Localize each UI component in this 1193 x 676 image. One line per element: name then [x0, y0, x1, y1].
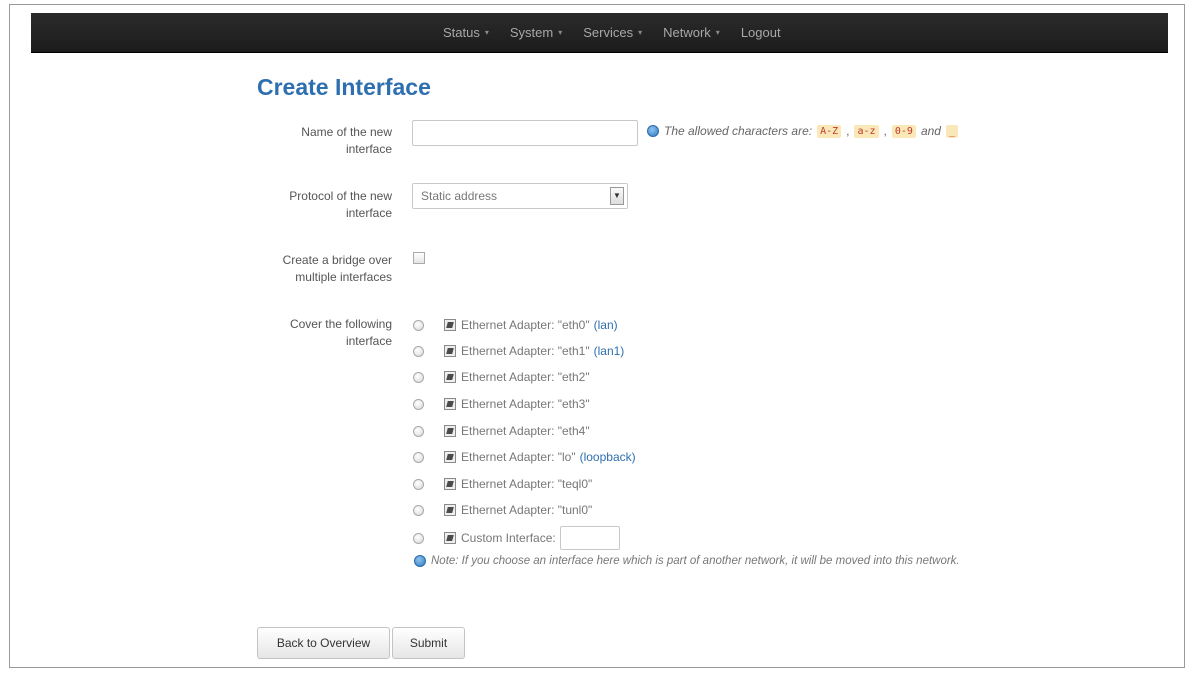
- code-digits: 0-9: [891, 124, 916, 138]
- back-to-overview-button[interactable]: Back to Overview: [257, 627, 390, 659]
- network-link[interactable]: (lan1): [594, 344, 625, 358]
- nav-logout[interactable]: Logout: [741, 25, 781, 40]
- interface-name-input[interactable]: [412, 120, 638, 146]
- code-uppercase: A-Z: [817, 124, 842, 138]
- cover-label: Cover the following interface: [289, 317, 392, 348]
- network-link[interactable]: (lan): [594, 318, 618, 332]
- custom-interface-input[interactable]: [559, 526, 620, 550]
- hint-text: The allowed characters are:: [664, 124, 813, 138]
- interface-label: Ethernet Adapter: "eth1": [461, 344, 590, 358]
- nav-services[interactable]: Services ▾: [583, 25, 642, 40]
- protocol-select[interactable]: Static address ▼: [412, 183, 628, 209]
- interface-option-lo[interactable]: Ethernet Adapter: "lo" (loopback): [413, 448, 636, 466]
- chevron-down-icon: ▾: [558, 28, 563, 37]
- protocol-selected-value: Static address: [421, 189, 498, 203]
- interface-option-eth0[interactable]: Ethernet Adapter: "eth0" (lan): [413, 316, 618, 334]
- bridge-label: Create a bridge over multiple interfaces: [282, 253, 392, 284]
- network-link[interactable]: (loopback): [580, 450, 636, 464]
- interface-label: Ethernet Adapter: "eth4": [461, 424, 590, 438]
- interface-option-teql0[interactable]: Ethernet Adapter: "teql0": [413, 475, 592, 493]
- interface-option-eth3[interactable]: Ethernet Adapter: "eth3": [413, 395, 590, 413]
- radio-button[interactable]: [413, 532, 424, 544]
- submit-button[interactable]: Submit: [392, 627, 465, 659]
- ethernet-icon: [444, 345, 456, 357]
- info-icon: [414, 555, 426, 567]
- chevron-down-icon: ▾: [638, 28, 643, 37]
- interface-label: Ethernet Adapter: "eth2": [461, 370, 590, 384]
- ethernet-icon: [444, 425, 456, 437]
- ethernet-icon: [444, 319, 456, 331]
- radio-button[interactable]: [413, 504, 424, 516]
- ethernet-icon: [444, 398, 456, 410]
- ethernet-icon: [444, 371, 456, 383]
- ethernet-icon: [444, 504, 456, 516]
- info-icon: [647, 125, 659, 137]
- radio-button[interactable]: [413, 345, 424, 357]
- interface-option-eth2[interactable]: Ethernet Adapter: "eth2": [413, 368, 590, 386]
- interface-option-eth4[interactable]: Ethernet Adapter: "eth4": [413, 422, 590, 440]
- nav-services-label: Services: [583, 25, 634, 40]
- interface-label: Ethernet Adapter: "tunl0": [461, 503, 593, 517]
- chevron-down-icon: ▾: [484, 28, 489, 37]
- page-frame: [9, 4, 1185, 668]
- nav-system-label: System: [509, 25, 554, 40]
- radio-button[interactable]: [413, 451, 424, 463]
- bridge-checkbox[interactable]: [413, 252, 425, 264]
- name-hint: The allowed characters are: A-Z, a-z, 0-…: [647, 124, 959, 138]
- nav-status-label: Status: [443, 25, 480, 40]
- ethernet-icon: [444, 451, 456, 463]
- page-title: Create Interface: [257, 74, 431, 100]
- hint-and: and: [920, 124, 941, 138]
- ethernet-icon: [444, 478, 456, 490]
- top-navbar: Status ▾ System ▾ Services ▾ Network ▾ L…: [31, 13, 1168, 53]
- dropdown-arrow-icon[interactable]: ▼: [610, 187, 624, 205]
- nav-status[interactable]: Status ▾: [443, 25, 489, 40]
- hint-separator: ,: [846, 124, 850, 138]
- nav-logout-label: Logout: [740, 25, 781, 40]
- radio-button[interactable]: [413, 478, 424, 490]
- radio-button[interactable]: [413, 425, 424, 437]
- nav-network-label: Network: [663, 25, 711, 40]
- ethernet-icon: [444, 532, 456, 544]
- hint-separator: ,: [883, 124, 887, 138]
- nav-system[interactable]: System ▾: [510, 25, 562, 40]
- interface-option-eth1[interactable]: Ethernet Adapter: "eth1" (lan1): [413, 342, 624, 360]
- radio-button[interactable]: [413, 319, 424, 331]
- protocol-label: Protocol of the new interface: [289, 189, 392, 220]
- note-text: Note: If you choose an interface here wh…: [431, 555, 960, 567]
- interface-label: Ethernet Adapter: "eth0": [461, 318, 590, 332]
- radio-button[interactable]: [413, 371, 424, 383]
- interface-note: Note: If you choose an interface here wh…: [414, 555, 960, 567]
- interface-option-custom[interactable]: Custom Interface:: [413, 525, 620, 551]
- code-lowercase: a-z: [854, 124, 879, 138]
- interface-label: Ethernet Adapter: "eth3": [461, 397, 590, 411]
- interface-label: Ethernet Adapter: "lo": [461, 450, 576, 464]
- name-label: Name of the new interface: [301, 125, 392, 156]
- chevron-down-icon: ▾: [715, 28, 720, 37]
- code-underscore: _: [945, 124, 959, 138]
- interface-label: Ethernet Adapter: "teql0": [461, 477, 593, 491]
- custom-interface-label: Custom Interface:: [461, 531, 556, 545]
- radio-button[interactable]: [413, 398, 424, 410]
- interface-option-tunl0[interactable]: Ethernet Adapter: "tunl0": [413, 501, 592, 519]
- nav-network[interactable]: Network ▾: [663, 25, 720, 40]
